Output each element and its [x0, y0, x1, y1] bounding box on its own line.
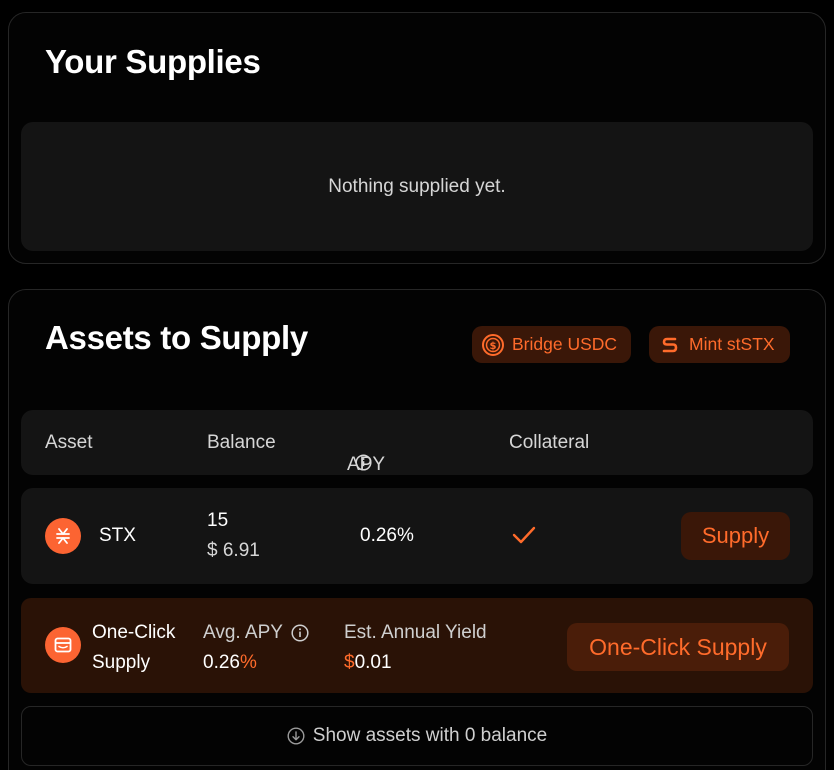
one-click-label-line1: One-Click	[92, 622, 176, 643]
supply-button[interactable]: Supply	[681, 512, 790, 560]
column-collateral: Collateral	[509, 432, 590, 453]
assets-to-supply-card: Assets to Supply $ Bridge USDC Mint stST…	[8, 289, 826, 770]
info-icon[interactable]	[355, 454, 372, 471]
asset-balance: 15	[207, 510, 229, 531]
annual-yield-number: 0.01	[354, 652, 392, 673]
svg-text:$: $	[490, 341, 497, 352]
one-click-supply-row: One-Click Supply Avg. APY 0.26% Est. Ann…	[21, 598, 813, 693]
asset-apy: 0.26%	[360, 525, 414, 546]
avg-apy-number: 0.26	[203, 652, 240, 673]
your-supplies-title: Your Supplies	[45, 43, 261, 80]
ststx-icon	[659, 334, 681, 356]
wallet-icon	[45, 627, 81, 663]
avg-apy-header: Avg. APY	[203, 622, 309, 644]
assets-table-header: Asset Balance APY Collateral	[21, 410, 813, 475]
one-click-label-line2: Supply	[92, 652, 151, 673]
bridge-usdc-label: Bridge USDC	[512, 334, 618, 354]
avg-apy-label: Avg. APY	[203, 622, 283, 643]
asset-symbol: STX	[99, 525, 136, 546]
stx-icon	[45, 518, 81, 554]
asset-balance-usd: $ 6.91	[207, 540, 260, 561]
empty-supplies-message: Nothing supplied yet.	[21, 122, 813, 251]
info-icon[interactable]	[291, 624, 309, 642]
column-asset: Asset	[45, 432, 93, 453]
annual-yield-value: $0.01	[344, 652, 392, 674]
your-supplies-card: Your Supplies Nothing supplied yet.	[8, 12, 826, 264]
mint-ststx-label: Mint stSTX	[689, 334, 775, 354]
collateral-check-icon	[511, 524, 537, 551]
annual-yield-label: Est. Annual Yield	[344, 622, 487, 643]
bridge-usdc-button[interactable]: $ Bridge USDC	[472, 326, 631, 363]
usdc-icon: $	[482, 333, 504, 356]
column-balance: Balance	[207, 432, 276, 453]
show-zero-balance-button[interactable]: Show assets with 0 balance	[21, 706, 813, 766]
avg-apy-value: 0.26%	[203, 652, 257, 674]
table-row: STX 15 $ 6.91 0.26% Supply	[21, 488, 813, 584]
show-zero-balance-label: Show assets with 0 balance	[312, 725, 548, 746]
one-click-supply-button[interactable]: One-Click Supply	[567, 623, 789, 671]
arrow-down-circle-icon	[287, 727, 305, 745]
assets-to-supply-title: Assets to Supply	[45, 319, 308, 356]
annual-yield-currency: $	[344, 652, 355, 673]
avg-apy-unit: %	[239, 652, 257, 673]
mint-ststx-button[interactable]: Mint stSTX	[649, 326, 790, 363]
